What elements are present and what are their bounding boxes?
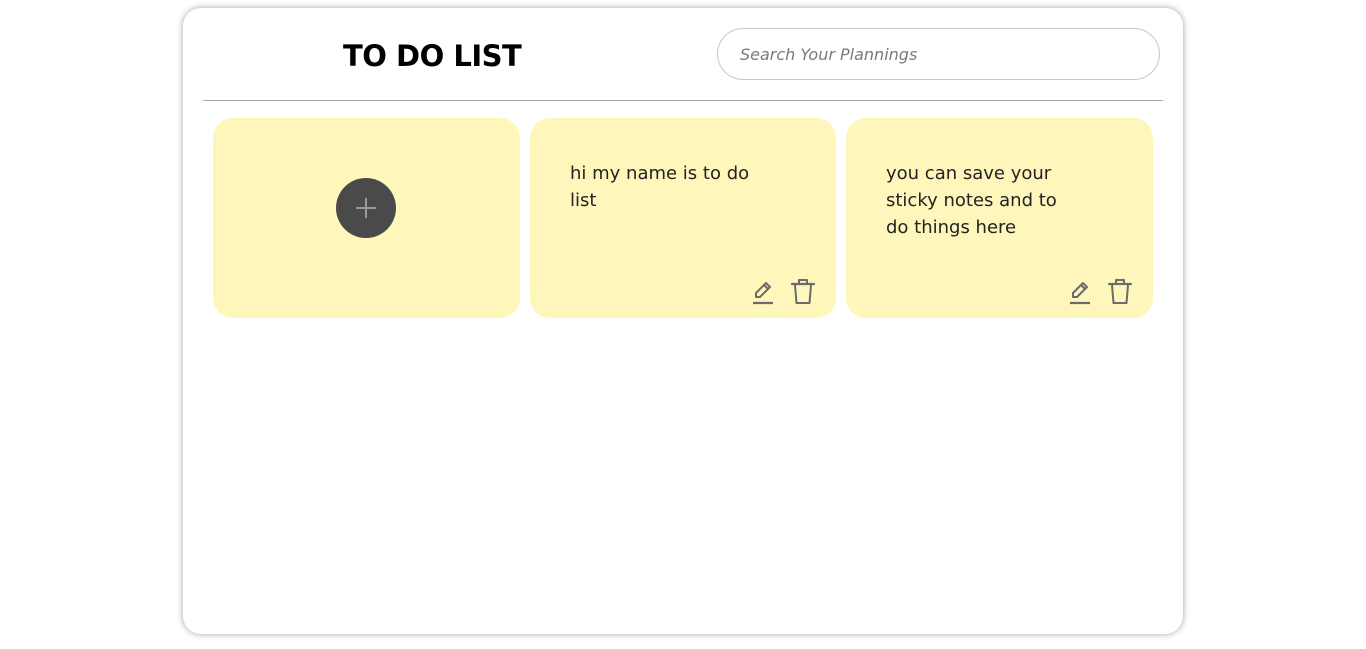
trash-icon — [1107, 279, 1133, 304]
sticky-note: you can save your sticky notes and to do… — [846, 118, 1153, 318]
edit-note-button[interactable] — [1067, 278, 1093, 306]
page-title: TO DO LIST — [343, 39, 522, 73]
search-input[interactable] — [717, 28, 1160, 80]
edit-note-button[interactable] — [750, 278, 776, 306]
delete-note-button[interactable] — [790, 278, 816, 306]
sticky-note: hi my name is to do list — [530, 118, 836, 318]
note-text: hi my name is to do list — [570, 163, 750, 211]
add-note-button[interactable] — [336, 178, 396, 238]
note-actions — [750, 278, 816, 306]
note-actions — [1067, 278, 1133, 306]
add-note-card — [213, 118, 520, 318]
todo-app-card: TO DO LIST hi my name is to do list — [183, 8, 1183, 634]
delete-note-button[interactable] — [1107, 278, 1133, 306]
note-text: you can save your sticky notes and to do… — [886, 163, 1057, 238]
notes-grid: hi my name is to do list you can save yo… — [213, 118, 1153, 318]
trash-icon — [790, 279, 816, 304]
header: TO DO LIST — [183, 8, 1183, 100]
header-divider — [203, 100, 1163, 101]
pencil-icon — [753, 282, 773, 305]
pencil-icon — [1070, 282, 1090, 305]
